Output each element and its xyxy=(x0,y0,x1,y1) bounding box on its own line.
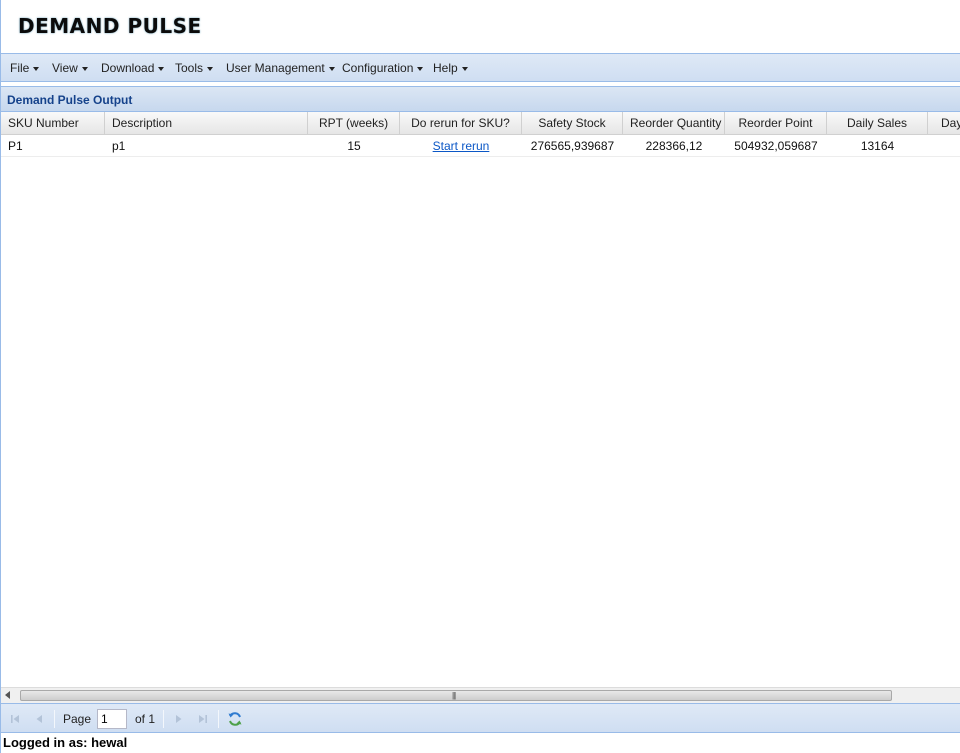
toolbar-separator xyxy=(218,710,219,728)
chevron-down-icon xyxy=(33,66,40,71)
menu-user-management-label: User Management xyxy=(226,61,325,75)
start-rerun-link[interactable]: Start rerun xyxy=(433,139,490,153)
grid-header: SKU Number Description RPT (weeks) Do re… xyxy=(1,112,960,135)
chevron-down-icon xyxy=(328,66,335,71)
table-row[interactable]: P1 p1 15 Start rerun 276565,939687 22836… xyxy=(1,135,960,157)
cell-reorder-quantity: 228366,12 xyxy=(645,139,703,153)
scrollbar-thumb[interactable]: ||| xyxy=(20,690,892,701)
menu-help-label: Help xyxy=(433,61,458,75)
menu-configuration[interactable]: Configuration xyxy=(342,61,424,75)
grid-body: P1 p1 15 Start rerun 276565,939687 22836… xyxy=(1,135,960,687)
last-page-icon[interactable] xyxy=(197,713,209,725)
grip-icon: ||| xyxy=(452,691,456,700)
menu-user-management[interactable]: User Management xyxy=(226,61,335,75)
column-header-rpt-weeks[interactable]: RPT (weeks) xyxy=(308,112,400,135)
menu-file-label: File xyxy=(10,61,30,75)
cell-reorder-point: 504932,059687 xyxy=(734,139,818,153)
page-label: Page xyxy=(63,712,92,726)
column-header-day[interactable]: Day xyxy=(928,112,960,135)
column-header-reorder-point[interactable]: Reorder Point xyxy=(725,112,827,135)
column-header-do-rerun[interactable]: Do rerun for SKU? xyxy=(400,112,522,135)
chevron-down-icon xyxy=(417,66,424,71)
panel-header: Demand Pulse Output xyxy=(1,86,960,112)
column-header-daily-sales[interactable]: Daily Sales xyxy=(827,112,928,135)
menu-view[interactable]: View xyxy=(52,61,88,75)
first-page-icon[interactable] xyxy=(9,713,21,725)
panel-title: Demand Pulse Output xyxy=(7,93,133,107)
cell-description: p1 xyxy=(112,139,126,153)
chevron-down-icon xyxy=(81,66,88,71)
cell-do-rerun: Start rerun xyxy=(400,135,522,157)
column-header-safety-stock[interactable]: Safety Stock xyxy=(522,112,623,135)
column-header-reorder-quantity[interactable]: Reorder Quantity xyxy=(623,112,725,135)
menu-tools[interactable]: Tools xyxy=(175,61,214,75)
menu-help[interactable]: Help xyxy=(433,61,468,75)
header: DEMAND PULSE xyxy=(1,0,960,53)
cell-rpt-weeks: 15 xyxy=(347,139,361,153)
menu-download[interactable]: Download xyxy=(101,61,165,75)
toolbar-separator xyxy=(163,710,164,728)
cell-daily-sales: 13164 xyxy=(860,139,895,153)
paging-toolbar: Page of 1 xyxy=(1,703,960,733)
menu-file[interactable]: File xyxy=(10,61,40,75)
refresh-icon[interactable] xyxy=(227,711,243,727)
cell-safety-stock: 276565,939687 xyxy=(530,139,615,153)
menu-download-label: Download xyxy=(101,61,155,75)
app-title: DEMAND PULSE xyxy=(18,14,202,38)
chevron-down-icon xyxy=(207,66,214,71)
prev-page-icon[interactable] xyxy=(33,713,45,725)
page-number-input[interactable] xyxy=(97,709,127,729)
menu-configuration-label: Configuration xyxy=(342,61,414,75)
chevron-down-icon xyxy=(158,66,165,71)
menu-bar: File View Download Tools User Management… xyxy=(1,53,960,82)
chevron-down-icon xyxy=(461,66,468,71)
column-header-description[interactable]: Description xyxy=(105,112,308,135)
cell-sku-number: P1 xyxy=(8,139,23,153)
column-header-sku-number[interactable]: SKU Number xyxy=(1,112,105,135)
logged-in-status: Logged in as: hewal xyxy=(3,735,128,750)
horizontal-scrollbar[interactable]: ||| xyxy=(1,687,960,703)
toolbar-separator xyxy=(54,710,55,728)
next-page-icon[interactable] xyxy=(173,713,185,725)
app-window: DEMAND PULSE File View Download Tools Us… xyxy=(0,0,960,753)
menu-view-label: View xyxy=(52,61,78,75)
menu-tools-label: Tools xyxy=(175,61,204,75)
page-count-label: of 1 xyxy=(135,712,156,726)
scroll-left-arrow-icon[interactable] xyxy=(5,691,10,699)
